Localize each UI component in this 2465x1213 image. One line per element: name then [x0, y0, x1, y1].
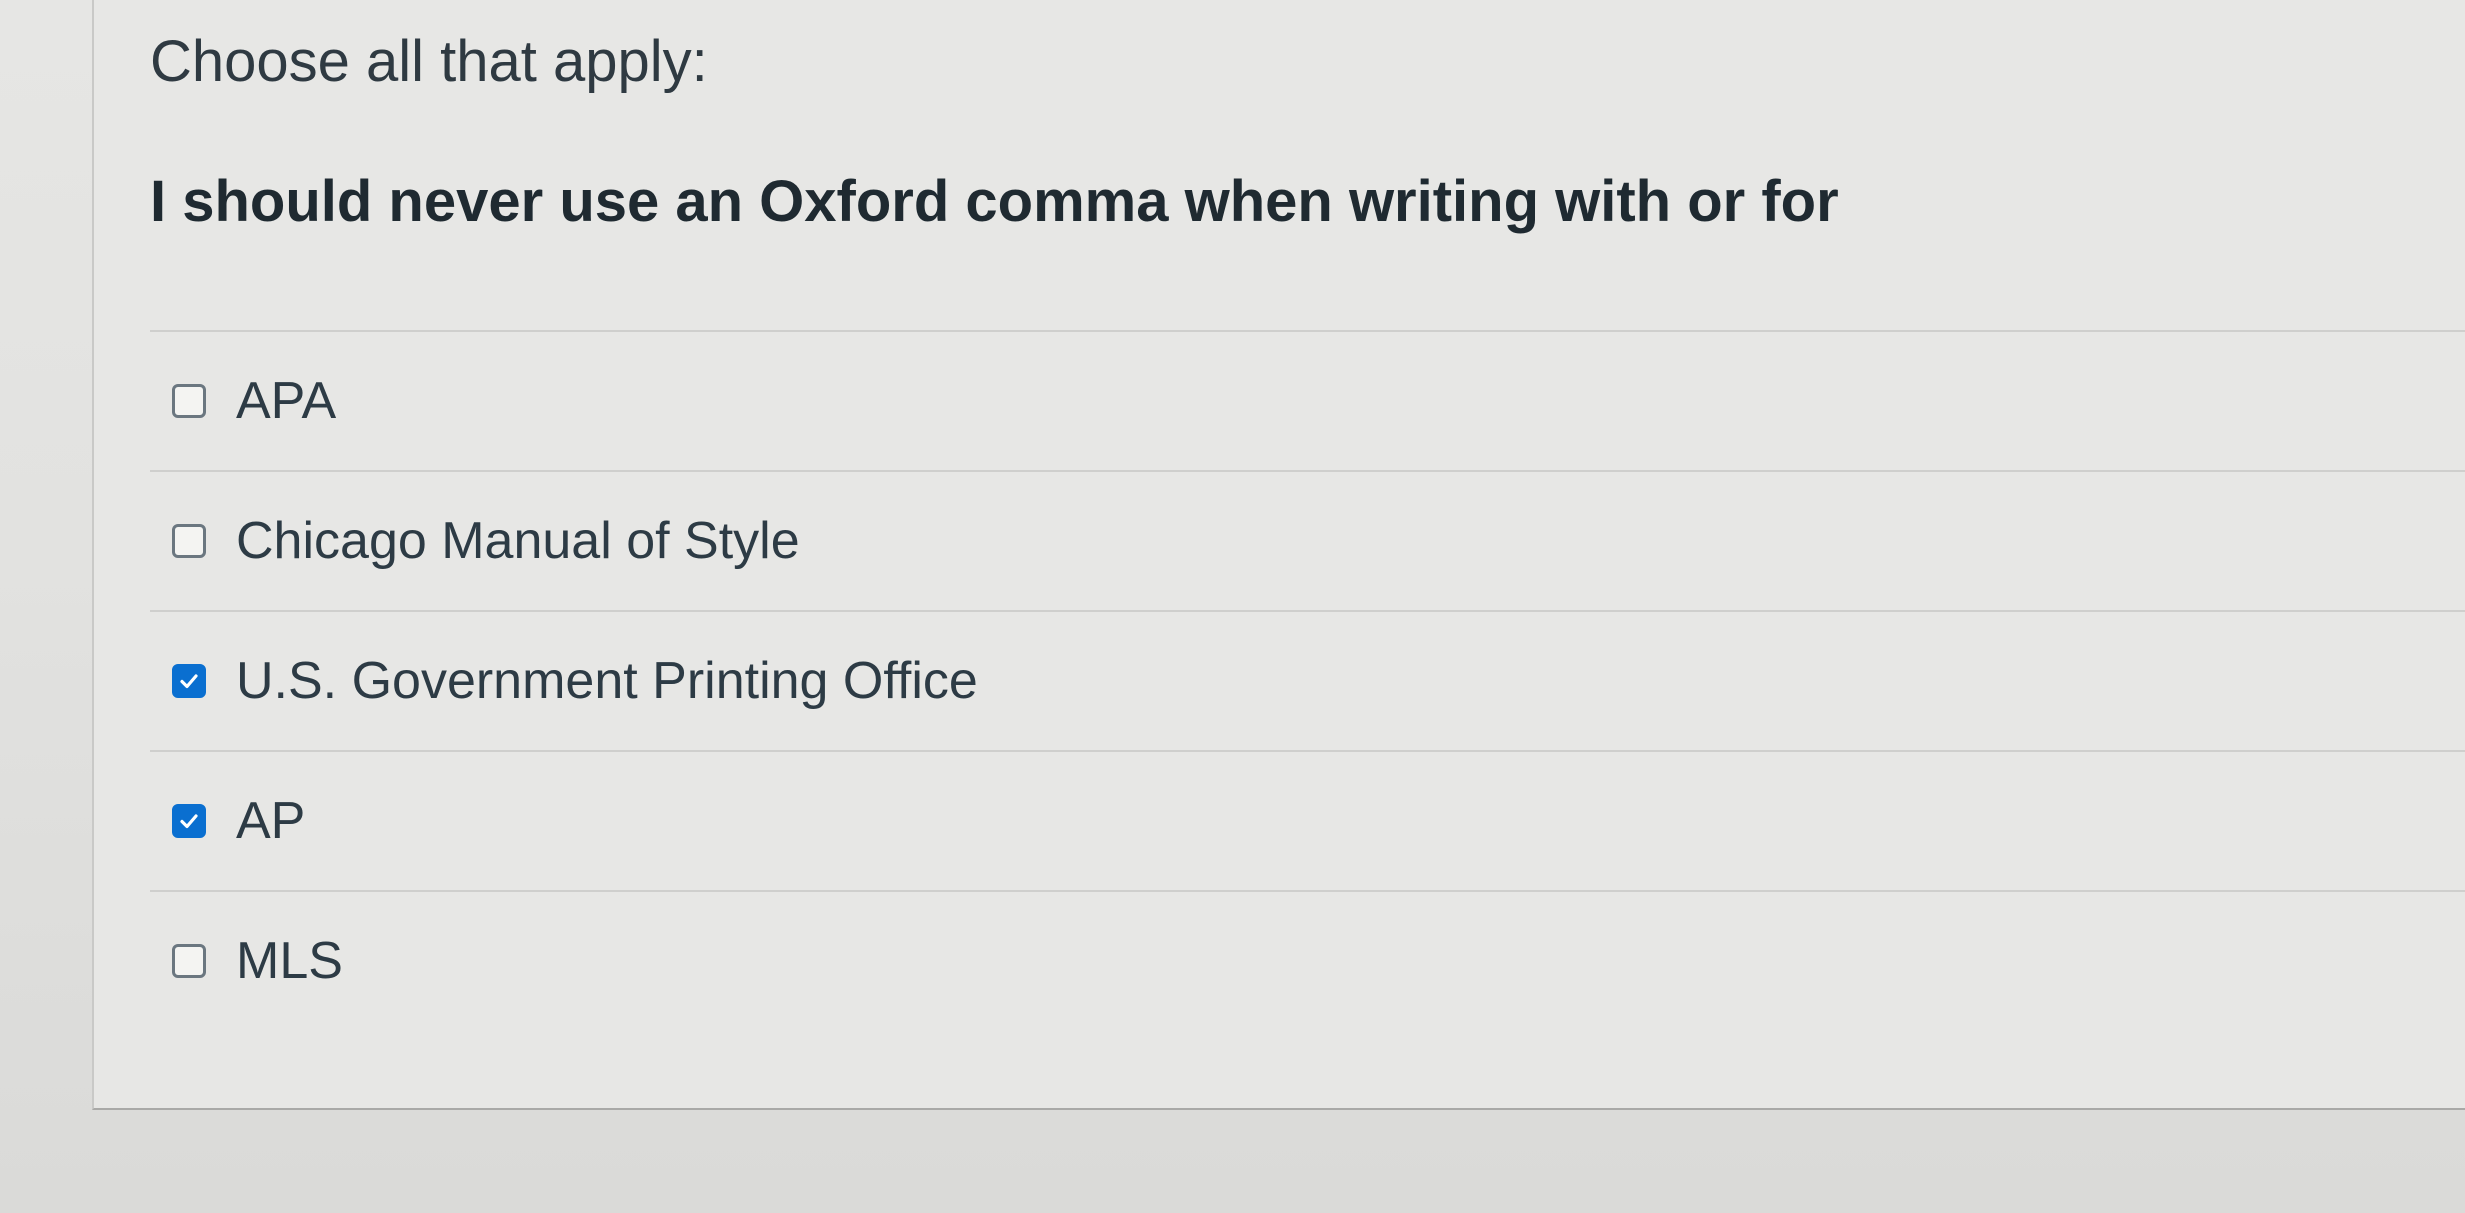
checkbox-gpo[interactable] — [172, 664, 206, 698]
answer-option-gpo[interactable]: U.S. Government Printing Office — [150, 610, 2465, 750]
screen: Choose all that apply: I should never us… — [0, 0, 2465, 1213]
answer-option-ap[interactable]: AP — [150, 750, 2465, 890]
answer-list: APA Chicago Manual of Style U.S. Governm… — [150, 330, 2465, 1030]
question-text: I should never use an Oxford comma when … — [150, 169, 1839, 234]
answer-label: APA — [236, 372, 337, 430]
answer-option-chicago[interactable]: Chicago Manual of Style — [150, 470, 2465, 610]
answer-label: Chicago Manual of Style — [236, 512, 800, 570]
question-instructions: Choose all that apply: — [150, 29, 708, 94]
checkbox-ap[interactable] — [172, 804, 206, 838]
answer-option-mls[interactable]: MLS — [150, 890, 2465, 1030]
answer-label: AP — [236, 792, 306, 850]
checkbox-apa[interactable] — [172, 384, 206, 418]
checkmark-icon — [180, 674, 198, 689]
checkmark-icon — [180, 814, 198, 829]
answer-option-apa[interactable]: APA — [150, 330, 2465, 470]
answer-label: U.S. Government Printing Office — [236, 652, 978, 710]
checkbox-mls[interactable] — [172, 944, 206, 978]
answer-label: MLS — [236, 932, 343, 990]
checkbox-chicago[interactable] — [172, 524, 206, 558]
